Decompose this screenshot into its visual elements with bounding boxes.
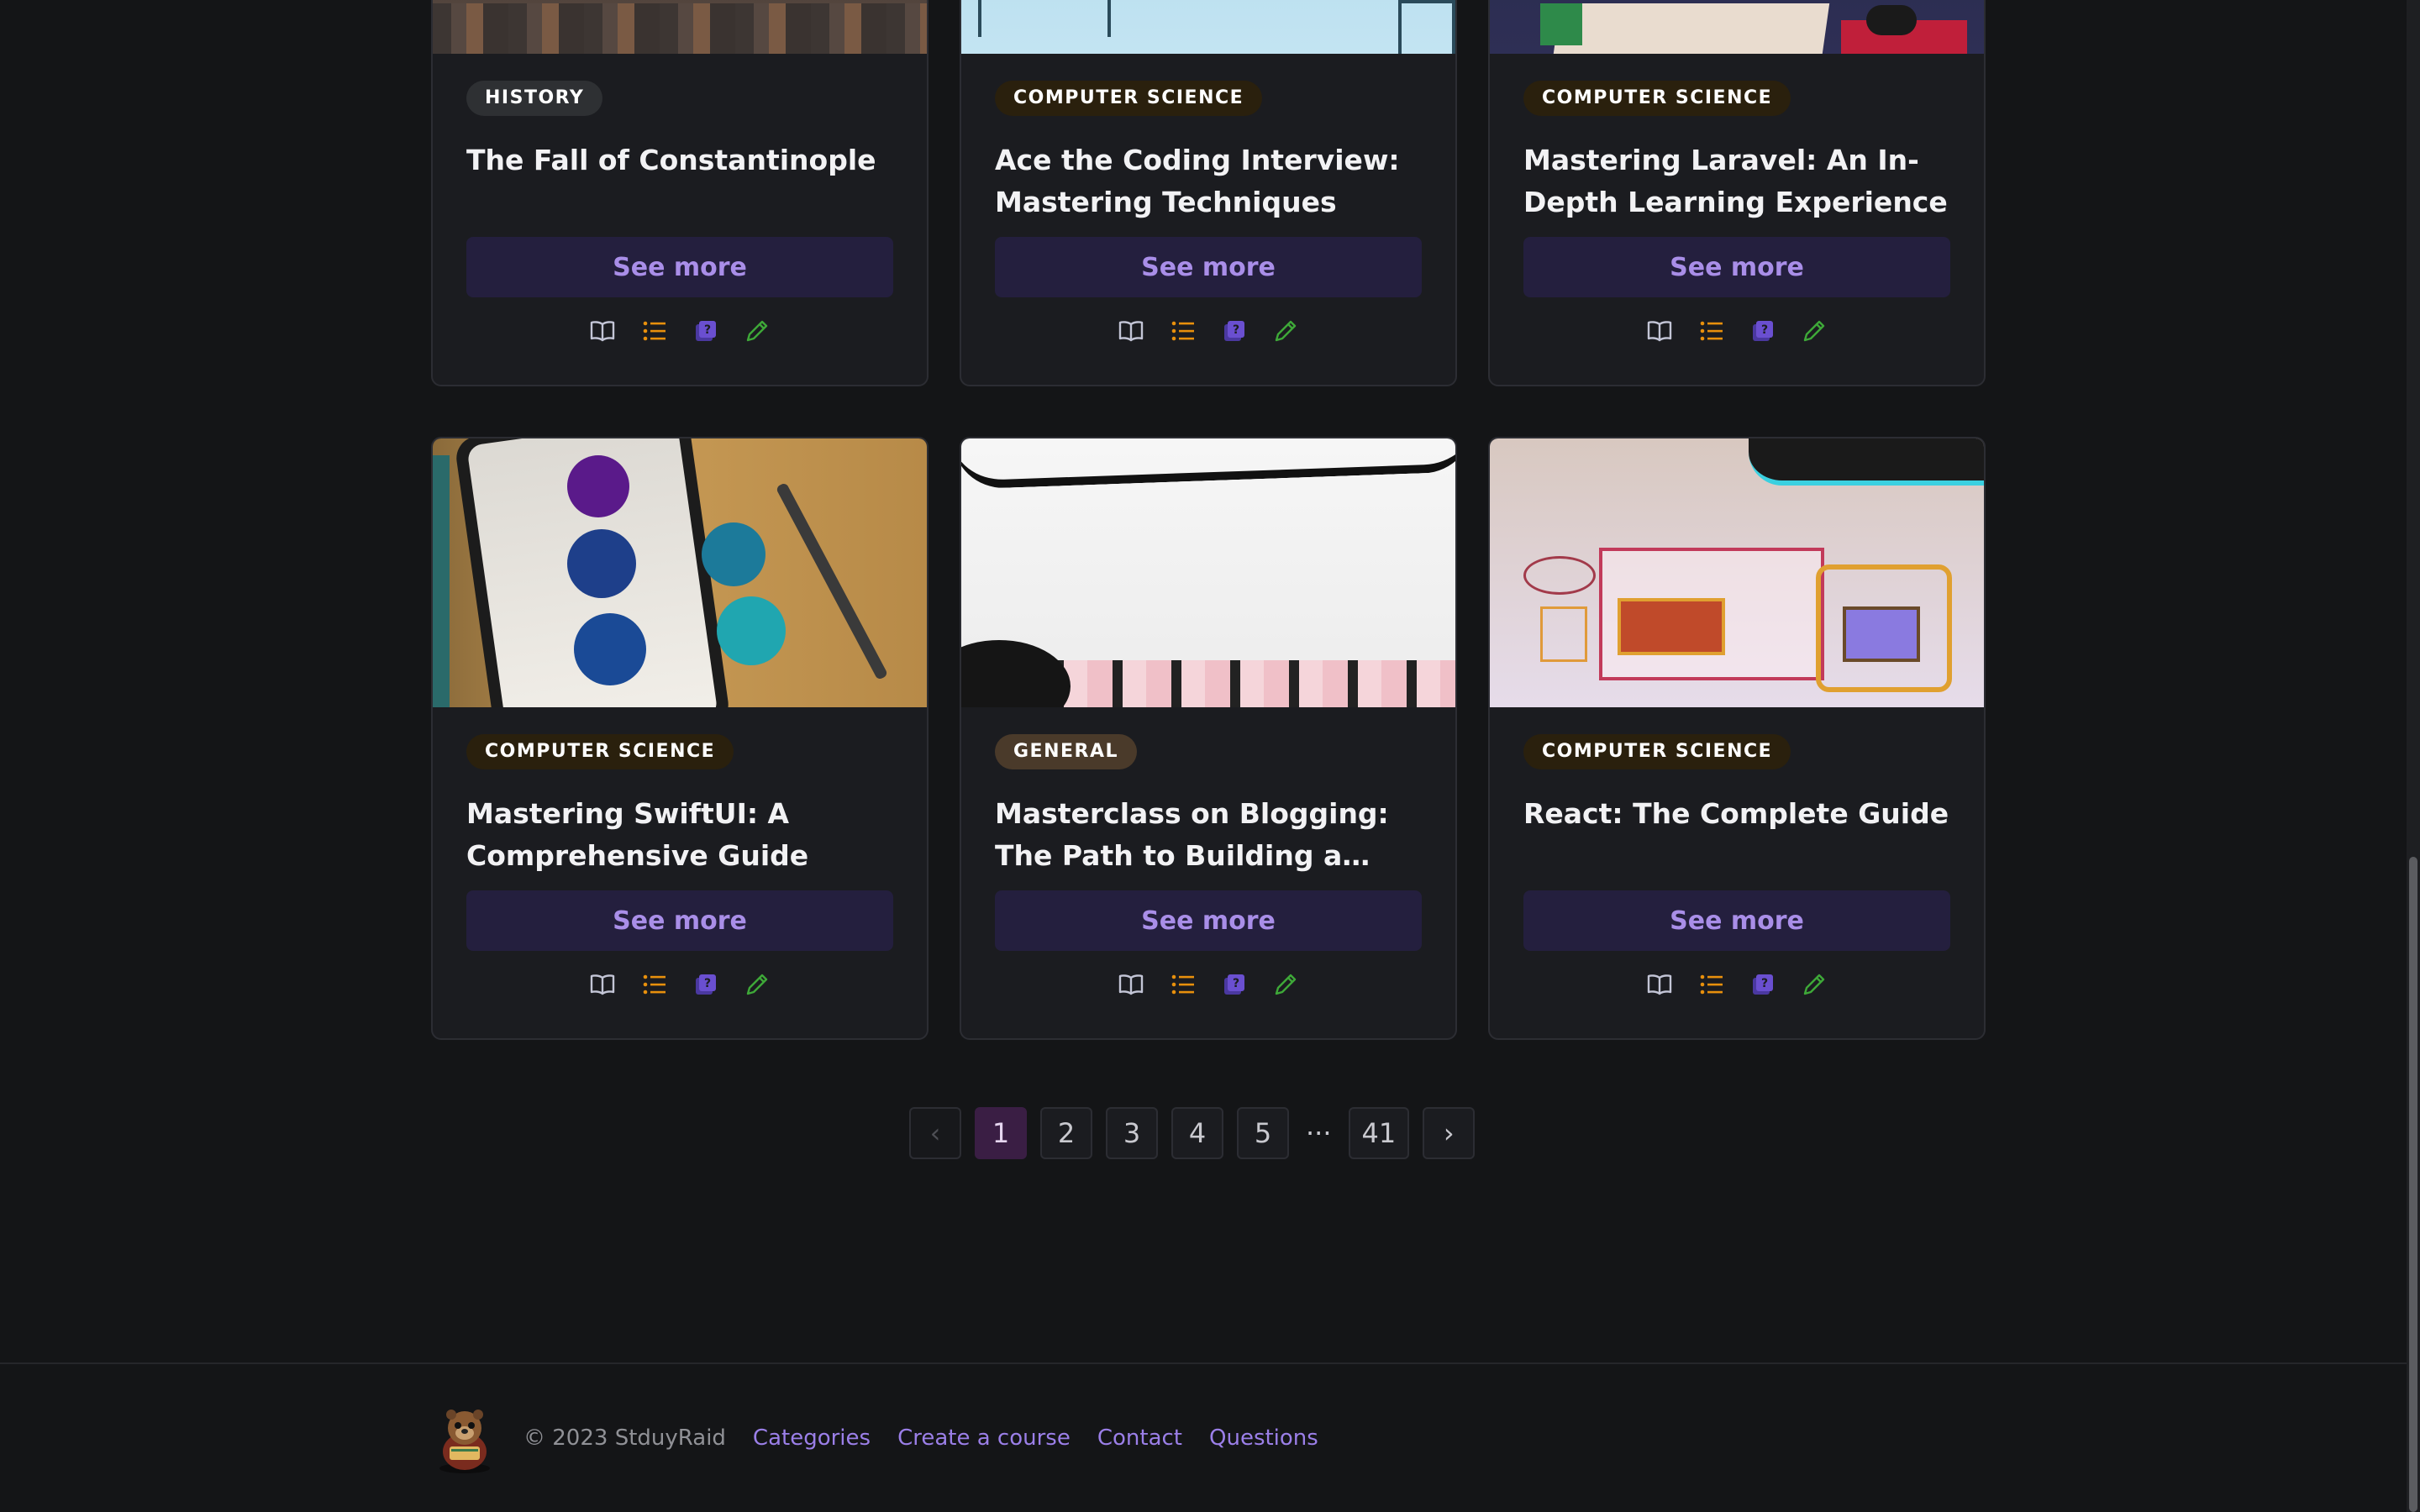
book-icon[interactable]	[1647, 974, 1672, 995]
category-badge: COMPUTER SCIENCE	[1523, 734, 1791, 769]
site-logo[interactable]	[433, 1403, 497, 1473]
category-badge: COMPUTER SCIENCE	[995, 81, 1263, 116]
svg-text:?: ?	[1233, 977, 1239, 990]
card-actions: ?	[1523, 968, 1950, 1001]
course-title[interactable]: Mastering SwiftUI: A Comprehensive Guide	[466, 793, 893, 877]
see-more-button[interactable]: See more	[466, 890, 893, 951]
page-5-button[interactable]: 5	[1237, 1107, 1289, 1159]
category-badge: GENERAL	[995, 734, 1138, 769]
footer-link-categories[interactable]: Categories	[753, 1425, 871, 1451]
course-title[interactable]: Mastering Laravel: An In-Depth Learning …	[1523, 139, 1950, 223]
card-actions: ?	[466, 314, 893, 348]
next-page-button[interactable]: ›	[1423, 1107, 1476, 1159]
category-badge: HISTORY	[466, 81, 603, 116]
card-actions: ?	[995, 314, 1422, 348]
course-image[interactable]	[1490, 0, 1984, 54]
book-icon[interactable]	[1118, 320, 1144, 342]
see-more-button[interactable]: See more	[995, 237, 1422, 297]
svg-text:?: ?	[1233, 323, 1239, 337]
footer-link-create-course[interactable]: Create a course	[897, 1425, 1071, 1451]
course-image[interactable]	[433, 0, 927, 54]
course-image[interactable]	[1490, 438, 1984, 707]
card-actions: ?	[995, 968, 1422, 1001]
see-more-button[interactable]: See more	[1523, 890, 1950, 951]
page: HISTORY The Fall of Constantinople See m…	[0, 0, 2407, 1512]
pencil-icon[interactable]	[1273, 318, 1298, 344]
svg-text:?: ?	[1761, 977, 1768, 990]
quiz-book-icon[interactable]: ?	[1223, 319, 1246, 343]
course-title[interactable]: The Fall of Constantinople	[466, 139, 893, 223]
footer-divider	[0, 1362, 2407, 1364]
page-4-button[interactable]: 4	[1171, 1107, 1223, 1159]
scrollbar-thumb[interactable]	[2409, 857, 2417, 1512]
card-actions: ?	[466, 968, 893, 1001]
course-card: COMPUTER SCIENCE Mastering Laravel: An I…	[1488, 0, 1986, 386]
footer: © 2023 StduyRaid Categories Create a cou…	[433, 1403, 1345, 1473]
svg-text:?: ?	[704, 323, 711, 337]
pagination-ellipsis: ···	[1306, 1117, 1332, 1149]
book-icon[interactable]	[590, 974, 615, 995]
pencil-icon[interactable]	[1802, 318, 1827, 344]
course-image[interactable]	[961, 438, 1455, 707]
course-title[interactable]: React: The Complete Guide	[1523, 793, 1950, 877]
quiz-book-icon[interactable]: ?	[1751, 973, 1775, 996]
pencil-icon[interactable]	[1273, 972, 1298, 997]
see-more-button[interactable]: See more	[466, 237, 893, 297]
page-2-button[interactable]: 2	[1040, 1107, 1092, 1159]
course-card: COMPUTER SCIENCE Ace the Coding Intervie…	[960, 0, 1457, 386]
page-1-button[interactable]: 1	[975, 1107, 1027, 1159]
vertical-scrollbar[interactable]	[2407, 0, 2420, 1512]
course-image[interactable]	[961, 0, 1455, 54]
footer-link-questions[interactable]: Questions	[1209, 1425, 1318, 1451]
book-icon[interactable]	[1118, 974, 1144, 995]
course-card: COMPUTER SCIENCE React: The Complete Gui…	[1488, 437, 1986, 1040]
svg-text:?: ?	[704, 977, 711, 990]
book-icon[interactable]	[1647, 320, 1672, 342]
pagination: ‹ 1 2 3 4 5 ··· 41 ›	[909, 1107, 1476, 1159]
course-title[interactable]: Ace the Coding Interview: Mastering Tech…	[995, 139, 1422, 223]
quiz-book-icon[interactable]: ?	[1223, 973, 1246, 996]
quiz-book-icon[interactable]: ?	[694, 319, 718, 343]
course-title[interactable]: Masterclass on Blogging: The Path to Bui…	[995, 793, 1422, 877]
list-icon[interactable]	[642, 974, 667, 995]
last-page-button[interactable]: 41	[1348, 1107, 1410, 1159]
list-icon[interactable]	[1699, 974, 1724, 995]
page-3-button[interactable]: 3	[1106, 1107, 1158, 1159]
list-icon[interactable]	[1171, 974, 1196, 995]
pencil-icon[interactable]	[1802, 972, 1827, 997]
quiz-book-icon[interactable]: ?	[1751, 319, 1775, 343]
list-icon[interactable]	[642, 320, 667, 342]
course-card: COMPUTER SCIENCE Mastering SwiftUI: A Co…	[431, 437, 929, 1040]
see-more-button[interactable]: See more	[995, 890, 1422, 951]
quiz-book-icon[interactable]: ?	[694, 973, 718, 996]
svg-text:?: ?	[1761, 323, 1768, 337]
course-card: GENERAL Masterclass on Blogging: The Pat…	[960, 437, 1457, 1040]
book-icon[interactable]	[590, 320, 615, 342]
footer-link-contact[interactable]: Contact	[1097, 1425, 1182, 1451]
card-actions: ?	[1523, 314, 1950, 348]
prev-page-button[interactable]: ‹	[909, 1107, 961, 1159]
category-badge: COMPUTER SCIENCE	[466, 734, 734, 769]
course-card: HISTORY The Fall of Constantinople See m…	[431, 0, 929, 386]
list-icon[interactable]	[1171, 320, 1196, 342]
course-image[interactable]	[433, 438, 927, 707]
pencil-icon[interactable]	[744, 318, 770, 344]
category-badge: COMPUTER SCIENCE	[1523, 81, 1791, 116]
copyright-text: © 2023 StduyRaid	[523, 1425, 726, 1451]
list-icon[interactable]	[1699, 320, 1724, 342]
pencil-icon[interactable]	[744, 972, 770, 997]
see-more-button[interactable]: See more	[1523, 237, 1950, 297]
